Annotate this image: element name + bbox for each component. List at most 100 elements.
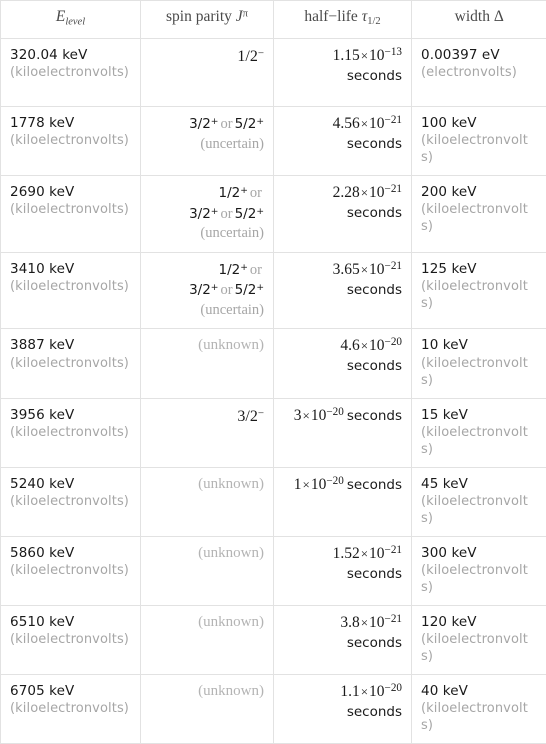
cell-spin-parity: 1/2+or3/2+or5/2+(uncertain) [141,252,274,329]
spin-parity-separator: or [218,206,234,222]
half-life-unit: seconds [283,204,402,222]
multiplication-sign: × [302,477,311,492]
table-row: 3956 keV(kiloelectronvolts)3/2−3×10−20se… [1,398,546,467]
table-header: Elevel spin parity Jπ half−life τ1/2 wid… [1,1,546,39]
half-life-mantissa: 3 [294,407,302,424]
spin-parity-value: 3/2+ [189,206,218,222]
half-life-exponent: −20 [326,475,343,487]
cell-energy-level: 3410 keV(kiloelectronvolts) [1,252,141,329]
half-life-unit: seconds [344,408,402,424]
parity-sign: + [240,262,248,273]
cell-half-life: 4.6×10−20seconds [274,329,412,398]
energy-level-unit: (kiloelectronvolts) [10,494,131,511]
half-life-expression: 1.52×10−21seconds [283,544,402,583]
width-unit: (kiloelectronvolts) [421,202,538,236]
multiplication-sign: × [360,546,369,561]
energy-level-unit: (kiloelectronvolts) [10,563,131,580]
header-spin-superscript: π [243,9,248,20]
cell-half-life: 1.1×10−20seconds [274,674,412,743]
spin-parity-separator: or [248,262,264,278]
spin-parity-value: 5/2+ [235,116,264,132]
spin-parity-separator: or [218,116,234,132]
half-life-base: 10 [311,407,327,424]
cell-energy-level: 5240 keV(kiloelectronvolts) [1,467,141,536]
table-row: 5860 keV (kiloelectronvolts) (unknown) 1.52… [1,536,546,605]
spin-parity-value: 5/2+ [235,282,264,298]
cell-spin-parity: 1/2− [141,39,274,107]
header-spin-symbol: J [236,8,243,25]
energy-level-unit: (kiloelectronvolts) [10,356,131,373]
spin-parity-value: 1/2− [237,48,264,65]
cell-spin-parity: 1/2+or3/2+or5/2+(uncertain) [141,176,274,253]
cell-energy-level: 320.04 keV(kiloelectronvolts) [1,39,141,107]
header-spin-text: spin parity [166,8,232,25]
cell-half-life: 1×10−20seconds [274,467,412,536]
width-unit: (kiloelectronvolts) [421,632,538,666]
cell-width: 10 keV(kiloelectronvolts) [412,329,546,398]
spin-parity-line: 3/2+or5/2+ [150,114,264,135]
width-unit: (kiloelectronvolts) [421,425,538,459]
parity-sign: − [258,407,264,419]
energy-level-unit: (kiloelectronvolts) [10,279,131,296]
spin-parity-value: 5/2+ [235,206,264,222]
width-unit: (kiloelectronvolts) [421,279,538,313]
energy-level-value: 5860 keV [10,545,74,561]
header-half-life-subscript: 1/2 [367,16,380,27]
spin-parity-unknown: (unknown) [198,614,264,630]
half-life-exponent: −20 [385,682,402,694]
half-life-base: 10 [311,476,327,493]
header-width-text: width [455,8,490,25]
cell-width: 45 keV(kiloelectronvolts) [412,467,546,536]
table-row: 1778 keV(kiloelectronvolts)3/2+or5/2+(un… [1,107,546,176]
table-row: 6705 keV (kiloelectronvolts) (unknown)1.1×… [1,674,546,743]
energy-level-unit: (kiloelectronvolts) [10,65,131,82]
parity-sign: + [256,283,264,294]
energy-level-value: 2690 keV [10,184,74,200]
energy-level-value: 3956 keV [10,407,74,423]
table-row: 5240 keV(kiloelectronvolts)(unknown) 1×10… [1,467,546,536]
half-life-exponent: −21 [385,613,402,625]
cell-spin-parity: (unknown) [141,467,274,536]
half-life-base: 10 [369,614,385,631]
spin-parity-value: 3/2− [237,408,264,425]
half-life-mantissa: 4.56 [333,115,360,132]
cell-energy-level: 5860 keV (kiloelectronvolts) [1,536,141,605]
cell-energy-level: 1778 keV(kiloelectronvolts) [1,107,141,176]
cell-spin-parity: (unknown) [141,674,274,743]
half-life-expression: 1×10−20seconds [283,475,402,496]
width-value: 15 keV [421,407,468,423]
half-life-mantissa: 1 [294,476,302,493]
width-unit: (kiloelectronvolts) [421,133,538,167]
multiplication-sign: × [360,262,369,277]
cell-half-life: 3.8×10−21seconds [274,605,412,674]
energy-level-unit: (kiloelectronvolts) [10,701,131,718]
half-life-unit: seconds [283,281,402,299]
cell-spin-parity: 3/2+or5/2+(uncertain) [141,107,274,176]
half-life-mantissa: 1.1 [340,683,359,700]
spin-parity-line: 1/2− [150,46,264,69]
cell-energy-level: 3956 keV(kiloelectronvolts) [1,398,141,467]
header-width-symbol: Δ [494,8,504,25]
spin-parity-line: 3/2− [150,406,264,429]
header-half-life-text: half−life [304,8,358,25]
spin-parity-line: 3/2+or5/2+ [150,280,264,301]
energy-level-value: 6510 keV [10,614,74,630]
spin-parity-unknown: (unknown) [198,545,264,561]
cell-width: 15 keV (kiloelectronvolts) [412,398,546,467]
energy-level-value: 1778 keV [10,115,74,131]
spin-parity-line: 1/2+or [150,260,264,281]
spin-parity-separator: or [218,282,234,298]
width-unit: (kiloelectronvolts) [421,494,538,528]
width-value: 40 keV [421,683,468,699]
cell-spin-parity: (unknown) [141,536,274,605]
half-life-mantissa: 3.8 [340,614,359,631]
cell-half-life: 1.52×10−21seconds [274,536,412,605]
half-life-expression: 3.65×10−21seconds [283,260,402,299]
table-row: 320.04 keV(kiloelectronvolts)1/2−1.15×10… [1,39,546,107]
energy-level-value: 6705 keV [10,683,74,699]
spin-parity-separator: or [248,185,264,201]
cell-spin-parity: (unknown) [141,605,274,674]
half-life-exponent: −20 [326,406,343,418]
cell-half-life: 2.28×10−21seconds [274,176,412,253]
spin-parity-line: 1/2+or [150,183,264,204]
